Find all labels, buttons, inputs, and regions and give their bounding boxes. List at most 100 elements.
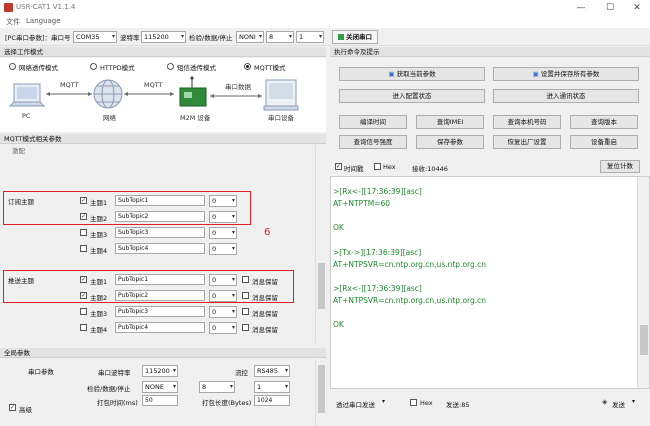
subscribe-qos-select[interactable]: 0 ▾ [209,227,237,239]
diagram-serial-data: 串口数据 [225,83,251,91]
menu-language[interactable]: Language [26,17,61,25]
subscribe-qos-select[interactable]: 0 ▾ [209,211,237,223]
app-icon [4,3,13,12]
flow-select[interactable]: RS485 ▾ [254,365,290,377]
maximize-button[interactable]: ☐ [603,2,617,14]
publish-topic-input[interactable]: PubTopic3 [115,306,205,317]
publish-retain-checkbox[interactable] [242,308,249,315]
terminal-scroll-thumb[interactable] [640,325,648,355]
diagram-pc-label: PC [22,112,31,120]
m2m-device-icon [179,76,207,107]
factory-reset-button[interactable]: 恢复出厂设置 [493,135,561,149]
mode-label-sms: 短信透传模式 [177,64,216,72]
subscribe-topic-input[interactable]: SubTopic2 [115,211,205,222]
publish-topic-label: 主题3 [90,310,108,318]
subscribe-topic-checkbox[interactable]: ✓ [80,197,87,204]
publish-topic-checkbox[interactable] [80,308,87,315]
subscribe-topic-checkbox[interactable]: ✓ [80,213,87,220]
terminal-scrollbar[interactable] [637,177,649,388]
subscribe-topic-label: 主题1 [90,199,108,207]
title-bar: USR-CAT1 V1.1.4 — ☐ ✕ [0,0,650,16]
subscribe-topic-input[interactable]: SubTopic1 [115,195,205,206]
subscribe-topic-checkbox[interactable] [80,245,87,252]
publish-qos-select[interactable]: 0 ▾ [209,306,237,318]
publish-qos-select[interactable]: 0 ▾ [209,322,237,334]
menu-file[interactable]: 文件 [6,17,20,27]
subscribe-topic-label: 主题4 [90,247,108,255]
mode-radio-net[interactable] [9,63,16,70]
hex-checkbox[interactable] [374,163,381,170]
mode-label-mqtt: MQTT模式 [254,64,286,72]
device-restart-button[interactable]: 设备重启 [570,135,638,149]
port-select[interactable]: COM35 ▾ [73,31,117,43]
save-all-button[interactable]: ▣ 设置并保存所有参数 [493,67,639,81]
subscribe-topic-input[interactable]: SubTopic4 [115,243,205,254]
diagram-mqtt-left: MQTT [60,81,79,89]
publish-topic-checkbox[interactable]: ✓ [80,292,87,299]
enter-config-button[interactable]: 进入配置状态 [339,89,485,103]
annotation-number: 6 [264,227,271,238]
publish-retain-label: 消息保留 [252,326,278,334]
global-baud-select[interactable]: 115200 ▾ [142,365,178,377]
enter-comm-button[interactable]: 进入通讯状态 [493,89,639,103]
subscribe-qos-select[interactable]: 0 ▾ [209,243,237,255]
hex-label: Hex [383,163,396,171]
subscribe-topic-label: 主题3 [90,231,108,239]
send-hex-checkbox[interactable] [410,399,417,406]
publish-retain-checkbox[interactable] [242,324,249,331]
mode-radio-httpd[interactable] [90,63,97,70]
minimize-button[interactable]: — [574,2,588,14]
query-version-button[interactable]: 查询版本 [570,115,638,129]
publish-retain-checkbox[interactable] [242,276,249,283]
mode-radio-sms[interactable] [167,63,174,70]
subscribe-topic-checkbox[interactable] [80,229,87,236]
mode-radio-mqtt[interactable] [244,63,251,70]
terminal-line: AT+NTPSVR=cn.ntp.org.cn,us.ntp.org.cn [333,295,487,305]
global-scrollbar[interactable] [315,359,326,426]
timestamp-checkbox[interactable]: ✓ [335,163,342,170]
send-mode-dropdown-icon[interactable]: ▾ [382,398,385,405]
advanced-checkbox[interactable]: ✓ [9,404,16,411]
publish-qos-select[interactable]: 0 ▾ [209,290,237,302]
publish-topic-checkbox[interactable]: ✓ [80,276,87,283]
params-scroll-thumb[interactable] [318,263,325,309]
global-scroll-thumb[interactable] [318,365,325,413]
parity-select[interactable]: NONI ▾ [236,31,264,43]
global-stop-select[interactable]: 1 ▾ [254,381,290,393]
publish-topic-input[interactable]: PubTopic1 [115,274,205,285]
get-params-button[interactable]: ▣ 获取当前参数 [339,67,485,81]
close-button[interactable]: ✕ [630,2,644,14]
global-data-select[interactable]: 8 ▾ [199,381,235,393]
window-title: USR-CAT1 V1.1.4 [16,3,76,11]
publish-retain-label: 消息保留 [252,310,278,318]
query-number-button[interactable]: 查询本机号码 [493,115,561,129]
subscribe-topic-input[interactable]: SubTopic3 [115,227,205,238]
publish-topic-input[interactable]: PubTopic4 [115,322,205,333]
data-bits-select[interactable]: 8 ▾ [266,31,294,43]
global-params-header: 全局参数 [0,348,326,358]
publish-qos-select[interactable]: 0 ▾ [209,274,237,286]
send-label[interactable]: 发送 [612,399,625,409]
publish-topic-checkbox[interactable] [80,324,87,331]
params-scrollbar[interactable] [315,145,326,343]
subscribe-topic-label: 主题2 [90,215,108,223]
baud-label: 波特率 [120,34,140,42]
publish-topic-input[interactable]: PubTopic2 [115,290,205,301]
reset-count-button[interactable]: 复位计数 [600,160,640,173]
mode-label-httpd: HTTPD模式 [100,64,135,72]
terminal-output[interactable]: >[Rx<-][17:36:39][asc] AT+NTPTM=60 OK >[Tx-… [330,176,650,389]
pack-len-input[interactable]: 1024 [254,395,290,406]
stop-bits-select[interactable]: 1 ▾ [296,31,324,43]
compile-time-button[interactable]: 编译时间 [339,115,407,129]
subscribe-label: 订阅主题 [8,198,34,206]
save-params-button[interactable]: 保存参数 [416,135,484,149]
global-parity-select[interactable]: NONE ▾ [142,381,178,393]
publish-retain-checkbox[interactable] [242,292,249,299]
query-imei-button[interactable]: 查询IMEI [416,115,484,129]
query-signal-button[interactable]: 查询信号强度 [339,135,407,149]
close-port-button[interactable]: 关闭串口 [332,30,378,44]
send-dropdown-icon[interactable]: ▾ [632,398,635,405]
pack-time-input[interactable]: 50 [142,395,178,406]
subscribe-qos-select[interactable]: 0 ▾ [209,195,237,207]
baud-select[interactable]: 115200 ▾ [141,31,186,43]
